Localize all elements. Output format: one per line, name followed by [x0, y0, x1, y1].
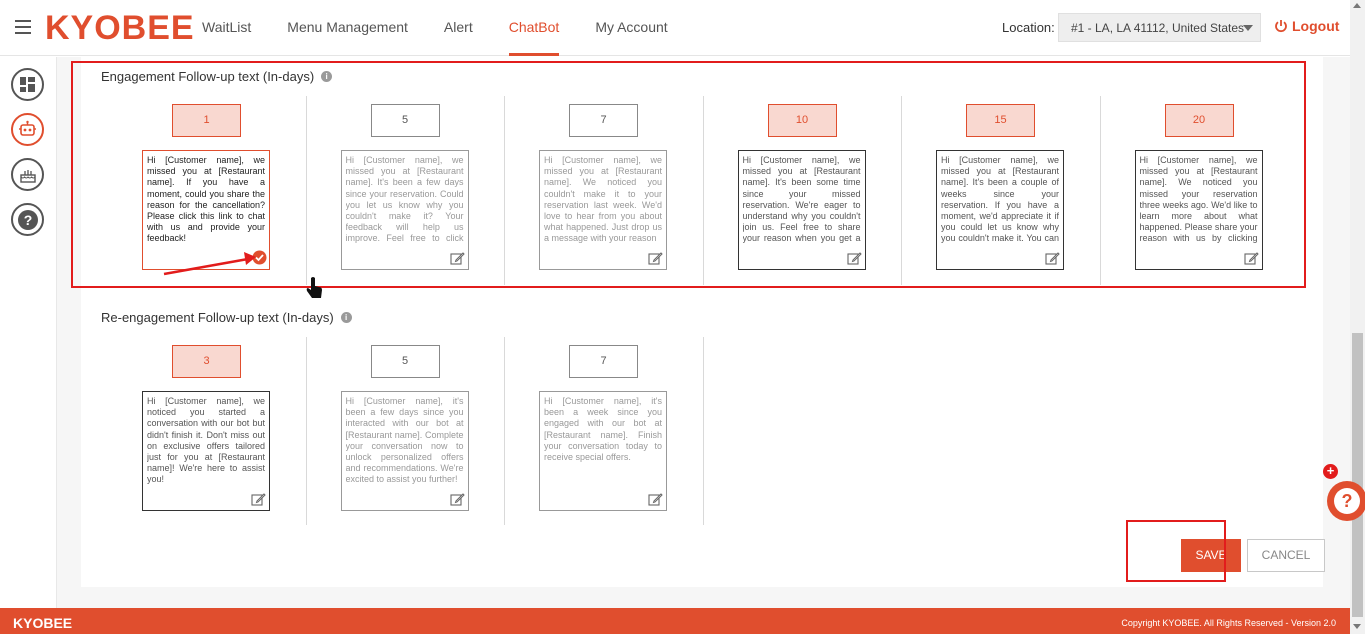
reengagement-title-text: Re-engagement Follow-up text (In-days) [101, 310, 334, 325]
message-text: Hi [Customer name], we missed you at [Re… [147, 155, 265, 244]
chat-widget-icon[interactable]: ? [1327, 481, 1365, 521]
nav-waitlist[interactable]: WaitList [202, 0, 251, 56]
edit-icon[interactable] [449, 492, 465, 507]
message-textarea[interactable]: Hi [Customer name], we missed you at [Re… [1134, 150, 1263, 270]
nav-my-account[interactable]: My Account [595, 0, 667, 56]
footer-copyright: Copyright KYOBEE. All Rights Reserved - … [1121, 618, 1336, 628]
top-header: KYOBEE WaitList Menu Management Alert Ch… [0, 0, 1365, 56]
annotation-arrow-icon [163, 252, 256, 276]
scroll-up-arrow-icon[interactable] [1353, 3, 1361, 8]
days-input[interactable]: 5 [370, 104, 440, 137]
days-input[interactable]: 10 [767, 104, 837, 137]
message-textarea[interactable]: Hi [Customer name], it's been a week sin… [539, 391, 667, 511]
engagement-title-text: Engagement Follow-up text (In-days) [101, 69, 315, 84]
nav-chatbot[interactable]: ChatBot [508, 0, 559, 56]
message-text: Hi [Customer name], we missed you at [Re… [742, 155, 861, 245]
days-input[interactable]: 1 [172, 104, 241, 137]
scrollbar-thumb[interactable] [1352, 333, 1363, 617]
column-divider [305, 337, 307, 525]
column-divider [702, 337, 704, 525]
nav-alert[interactable]: Alert [444, 0, 473, 56]
message-textarea[interactable]: Hi [Customer name], we missed you at [Re… [539, 150, 667, 270]
edit-icon[interactable] [449, 251, 465, 266]
scroll-down-arrow-icon[interactable] [1353, 624, 1361, 629]
message-text: Hi [Customer name], we missed you at [Re… [941, 155, 1059, 245]
message-text: Hi [Customer name], we missed you at [Re… [544, 155, 662, 244]
days-input[interactable]: 5 [370, 345, 440, 378]
info-icon[interactable]: i [321, 71, 333, 82]
hamburger-menu-icon[interactable] [15, 20, 31, 34]
chevron-down-icon [1243, 25, 1253, 31]
column-divider [1099, 96, 1101, 285]
footer: KYOBEE Copyright KYOBEE. All Rights Rese… [0, 608, 1350, 634]
edit-icon[interactable] [846, 251, 862, 266]
plus-icon[interactable]: + [1323, 464, 1338, 479]
cake-icon[interactable] [11, 158, 44, 191]
save-button[interactable]: SAVE [1181, 539, 1241, 572]
app-logo[interactable]: KYOBEE [45, 9, 195, 48]
location-label: Location: [1002, 20, 1055, 35]
message-text: Hi [Customer name], we missed you at [Re… [345, 155, 464, 245]
help-icon[interactable]: ? [11, 203, 44, 236]
message-text: Hi [Customer name], it's been a few days… [345, 396, 464, 485]
location-value: #1 - LA, LA 41112, United States [1071, 21, 1245, 35]
engagement-section-title: Engagement Follow-up text (In-days) i [101, 69, 333, 84]
message-text: Hi [Customer name], we noticed you start… [147, 396, 265, 485]
message-textarea[interactable]: Hi [Customer name], it's been a few days… [340, 391, 469, 511]
power-icon [1275, 20, 1287, 33]
edit-icon[interactable] [648, 251, 663, 266]
message-textarea[interactable]: Hi [Customer name], we missed you at [Re… [737, 150, 866, 270]
hand-cursor-icon [306, 277, 322, 298]
days-input[interactable]: 7 [569, 345, 638, 378]
main-content: Engagement Follow-up text (In-days) i 1 H… [57, 57, 1350, 608]
svg-text:?: ? [1342, 491, 1353, 511]
edit-icon[interactable] [648, 492, 663, 507]
logout-button[interactable]: Logout [1274, 18, 1339, 34]
edit-icon[interactable] [251, 492, 266, 507]
logout-label: Logout [1292, 18, 1340, 34]
vertical-scrollbar[interactable] [1350, 0, 1365, 634]
column-divider [901, 96, 902, 285]
days-input[interactable]: 15 [966, 104, 1035, 137]
message-textarea[interactable]: Hi [Customer name], we missed you at [Re… [936, 150, 1064, 270]
message-textarea[interactable]: Hi [Customer name], we noticed you start… [142, 391, 270, 511]
edit-icon[interactable] [1045, 251, 1060, 266]
days-input[interactable]: 3 [172, 345, 241, 378]
cancel-button[interactable]: CANCEL [1247, 539, 1325, 572]
days-input[interactable]: 20 [1164, 104, 1234, 137]
chatbot-settings-card: Engagement Follow-up text (In-days) i 1 H… [81, 57, 1325, 587]
nav-menu-management[interactable]: Menu Management [287, 0, 408, 56]
location-select[interactable]: #1 - LA, LA 41112, United States [1058, 13, 1261, 42]
column-divider [504, 96, 505, 285]
column-divider [305, 96, 307, 285]
svg-text:?: ? [23, 212, 32, 228]
reengagement-section-title: Re-engagement Follow-up text (In-days) i [101, 310, 352, 325]
message-text: Hi [Customer name], we missed you at [Re… [1139, 155, 1258, 245]
days-input[interactable]: 7 [569, 104, 638, 137]
column-divider [504, 337, 505, 525]
column-divider [702, 96, 704, 285]
main-nav: WaitList Menu Management Alert ChatBot M… [202, 0, 704, 56]
dashboard-icon[interactable] [11, 68, 44, 101]
chatbot-icon[interactable] [11, 113, 44, 146]
edit-icon[interactable] [1243, 251, 1259, 266]
message-textarea[interactable]: Hi [Customer name], we missed you at [Re… [340, 150, 469, 270]
info-icon[interactable]: i [340, 312, 352, 323]
left-sidebar: ? [0, 57, 57, 608]
footer-logo: KYOBEE [13, 615, 73, 631]
message-text: Hi [Customer name], it's been a week sin… [544, 396, 662, 463]
